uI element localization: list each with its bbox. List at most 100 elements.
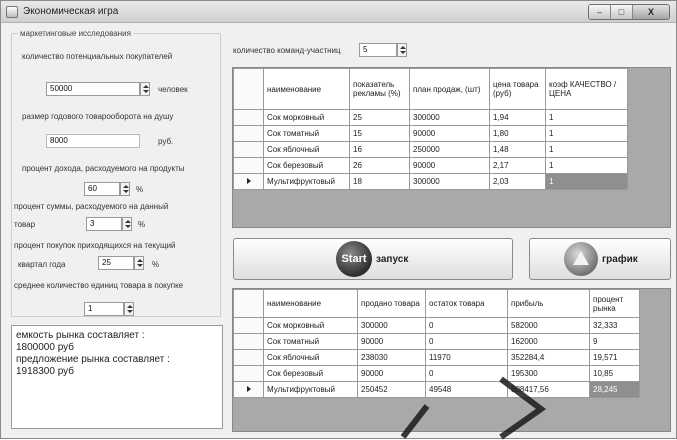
table-cell[interactable]: 0 [425,365,508,382]
chart-button[interactable]: график [529,238,671,280]
table-cell[interactable]: 90000 [357,333,426,350]
table-cell[interactable]: 582000 [507,317,590,334]
table-cell[interactable]: 10,85 [589,365,640,382]
table-cell[interactable]: 2,17 [489,157,546,174]
table-cell[interactable]: 1 [545,125,628,142]
table-row[interactable]: Сок яблочный 16 250000 1,48 1 [233,141,628,158]
table-cell[interactable]: 300000 [409,109,490,126]
row-header-current[interactable] [233,381,264,398]
table-cell[interactable]: 25 [349,109,410,126]
table-row[interactable]: Сок томатный 15 90000 1,80 1 [233,125,628,142]
table-cell-selected[interactable]: 28,245 [589,381,640,398]
table-cell[interactable]: Мультифруктовый [263,173,350,190]
quarter-spinner[interactable] [134,256,144,270]
table-row[interactable]: Сок морковный 300000 0 582000 32,333 [233,317,640,334]
table-cell[interactable]: 19,571 [589,349,640,366]
col-header[interactable]: показатель рекламы (%) [349,68,410,110]
table-cell[interactable]: 16 [349,141,410,158]
table-cell[interactable]: Сок томатный [263,333,358,350]
table-cell[interactable]: 1 [545,157,628,174]
minimize-button[interactable]: – [589,5,611,19]
table-cell[interactable]: 250452 [357,381,426,398]
table-row[interactable]: Мультифруктовый 18 300000 2,03 1 [233,173,628,190]
table-cell[interactable]: Сок морковный [263,317,358,334]
maximize-button[interactable]: □ [611,5,633,19]
table-cell[interactable]: 238030 [357,349,426,366]
table-cell[interactable]: 26 [349,157,410,174]
table-row[interactable]: Сок морковный 25 300000 1,94 1 [233,109,628,126]
table-cell-selected[interactable]: 1 [545,173,628,190]
table-cell[interactable]: 1 [545,109,628,126]
table-cell[interactable]: 18 [349,173,410,190]
table-cell[interactable]: Сок яблочный [263,349,358,366]
row-header[interactable] [233,317,264,334]
table-cell[interactable]: Сок морковный [263,109,350,126]
teams-input[interactable]: 5 [359,43,397,57]
col-header[interactable]: цена товара (руб) [489,68,546,110]
table-cell[interactable]: 508417,56 [507,381,590,398]
row-header[interactable] [233,349,264,366]
table-cell[interactable]: 15 [349,125,410,142]
col-header[interactable]: прибыль [507,289,590,318]
table-cell[interactable]: 90000 [409,157,490,174]
table-row[interactable]: Сок березовый 26 90000 2,17 1 [233,157,628,174]
table-cell[interactable]: 32,333 [589,317,640,334]
table-cell[interactable]: 11970 [425,349,508,366]
product-spinner[interactable] [122,217,132,231]
teams-spinner[interactable] [397,43,407,57]
table-cell[interactable]: 1,94 [489,109,546,126]
table-cell[interactable]: 90000 [409,125,490,142]
table-row[interactable]: Сок томатный 90000 0 162000 9 [233,333,640,350]
table-cell[interactable]: 300000 [357,317,426,334]
row-header-current[interactable] [233,173,264,190]
table-cell[interactable]: Сок березовый [263,365,358,382]
results-grid[interactable]: наименование продано товара остаток това… [232,288,671,432]
food-input[interactable]: 60 [84,182,120,196]
table-cell[interactable]: 0 [425,317,508,334]
table-cell[interactable]: 90000 [357,365,426,382]
table-cell[interactable]: Сок яблочный [263,141,350,158]
row-header[interactable] [233,141,264,158]
table-cell[interactable]: 1,48 [489,141,546,158]
col-header[interactable]: наименование [263,289,358,318]
start-button[interactable]: Start запуск [233,238,513,280]
close-button[interactable]: X [633,5,669,19]
table-cell[interactable]: 2,03 [489,173,546,190]
row-header[interactable] [233,109,264,126]
table-cell[interactable]: 49548 [425,381,508,398]
col-header[interactable]: процент рынка [589,289,640,318]
buyers-spinner[interactable] [140,82,150,96]
table-cell[interactable]: 1,80 [489,125,546,142]
table-cell[interactable]: 9 [589,333,640,350]
table-row[interactable]: Сок березовый 90000 0 195300 10,85 [233,365,640,382]
row-header[interactable] [233,125,264,142]
teams-grid[interactable]: наименование показатель рекламы (%) план… [232,67,671,228]
table-cell[interactable]: Сок березовый [263,157,350,174]
product-input[interactable]: 3 [86,217,122,231]
buyers-input[interactable]: 50000 [46,82,140,96]
table-cell[interactable]: 195300 [507,365,590,382]
table-row[interactable]: Сок яблочный 238030 11970 352284,4 19,57… [233,349,640,366]
quarter-input[interactable]: 25 [98,256,134,270]
row-header[interactable] [233,333,264,350]
table-cell[interactable]: Мультифруктовый [263,381,358,398]
table-cell[interactable]: Сок томатный [263,125,350,142]
avg-input[interactable]: 1 [84,302,124,316]
col-header[interactable]: коэф КАЧЕСТВО / ЦЕНА [545,68,628,110]
table-cell[interactable]: 352284,4 [507,349,590,366]
avg-spinner[interactable] [124,302,134,316]
table-cell[interactable]: 0 [425,333,508,350]
col-header[interactable]: наименование [263,68,350,110]
table-cell[interactable]: 250000 [409,141,490,158]
col-header[interactable]: продано товара [357,289,426,318]
table-cell[interactable]: 300000 [409,173,490,190]
row-header[interactable] [233,157,264,174]
table-row[interactable]: Мультифруктовый 250452 49548 508417,56 2… [233,381,640,398]
table-cell[interactable]: 1 [545,141,628,158]
turnover-input[interactable]: 8000 [46,134,140,148]
row-header[interactable] [233,365,264,382]
col-header[interactable]: план продаж, (шт) [409,68,490,110]
table-cell[interactable]: 162000 [507,333,590,350]
col-header[interactable]: остаток товара [425,289,508,318]
food-spinner[interactable] [120,182,130,196]
